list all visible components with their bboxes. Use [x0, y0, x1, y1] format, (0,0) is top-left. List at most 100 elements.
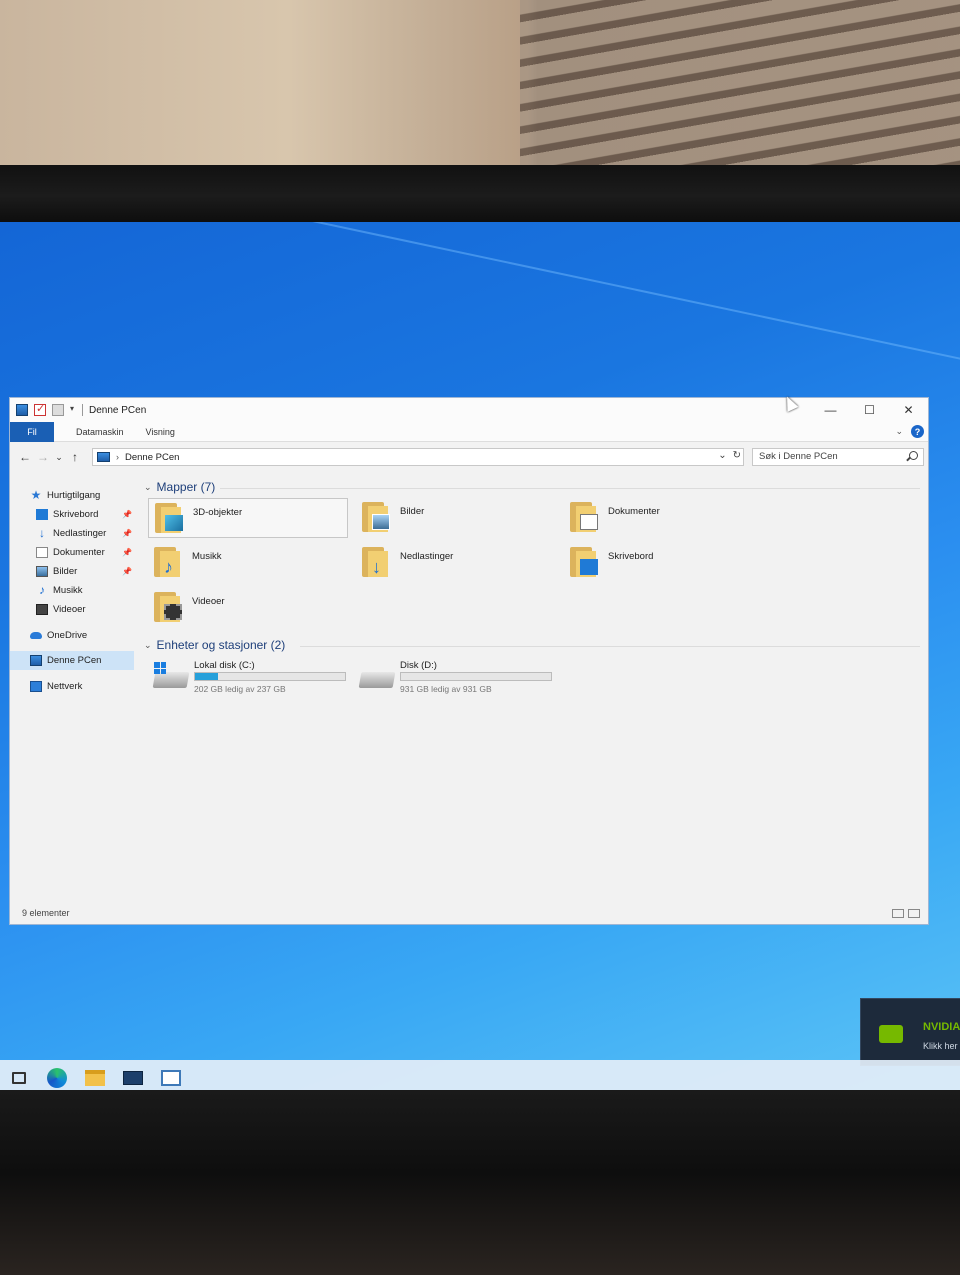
folder-icon — [85, 1070, 105, 1086]
background-blinds — [520, 0, 960, 175]
document-icon — [580, 514, 598, 530]
notification-subtitle: Klikk her f — [923, 1041, 960, 1051]
status-item-count: 9 elementer — [22, 908, 70, 918]
new-folder-icon[interactable] — [52, 404, 64, 416]
folder-label: Videoer — [192, 596, 225, 607]
drive-free-space: 931 GB ledig av 931 GB — [400, 684, 492, 694]
folder-label: Bilder — [400, 506, 425, 517]
monitor-bezel-bottom — [0, 1090, 960, 1275]
navigation-bar: ← → ⌄ ↑ › Denne PCen ⌄ ↻ Søk i Denne PCe… — [10, 444, 928, 470]
folder-skrivebord[interactable]: Skrivebord — [564, 543, 764, 583]
this-pc-icon — [30, 655, 42, 666]
music-icon: ♪ — [164, 557, 173, 577]
nvidia-logo-icon — [879, 1025, 903, 1043]
large-icons-view-icon[interactable] — [908, 909, 920, 918]
folder-icon — [570, 545, 600, 579]
cloud-icon — [30, 632, 42, 639]
breadcrumb-chevron-icon[interactable]: › — [116, 452, 119, 462]
pictures-icon — [372, 514, 390, 530]
folder-label: 3D-objekter — [193, 507, 243, 518]
details-view-icon[interactable] — [892, 909, 904, 918]
expand-ribbon-icon[interactable]: ⌄ — [895, 426, 903, 437]
sidebar-item-nedlastinger[interactable]: ↓ Nedlastinger 📌 — [10, 524, 134, 543]
folder-label: Nedlastinger — [400, 551, 454, 562]
pin-icon: 📌 — [122, 510, 132, 519]
drive-free-space: 202 GB ledig av 237 GB — [194, 684, 286, 694]
folder-bilder[interactable]: Bilder — [356, 498, 556, 538]
minimize-button[interactable]: — — [811, 398, 850, 422]
edge-icon — [47, 1068, 67, 1088]
up-button[interactable]: ↑ — [66, 450, 84, 464]
folder-label: Dokumenter — [608, 506, 660, 517]
sidebar-item-musikk[interactable]: ♪ Musikk — [10, 581, 134, 600]
refresh-icon[interactable]: ↻ — [733, 450, 741, 461]
help-icon[interactable]: ? — [911, 425, 924, 438]
network-icon — [30, 681, 42, 692]
content-pane: ⌄ Mapper (7) 3D-objekter Bilder Dokument… — [140, 476, 926, 896]
group-divider — [300, 646, 920, 647]
drive-label: Lokal disk (C:) — [194, 660, 255, 671]
recent-locations-button[interactable]: ⌄ — [52, 452, 66, 463]
folder-icon — [155, 501, 185, 535]
address-bar[interactable]: › Denne PCen ⌄ ↻ — [92, 448, 744, 466]
sidebar-item-bilder[interactable]: Bilder 📌 — [10, 562, 134, 581]
navigation-pane: ★ Hurtigtilgang Skrivebord 📌 ↓ Nedlastin… — [10, 478, 138, 898]
this-pc-icon — [97, 452, 110, 462]
forward-button[interactable]: → — [34, 450, 52, 464]
sidebar-item-this-pc[interactable]: Denne PCen — [10, 651, 134, 670]
sidebar-item-label: Skrivebord — [53, 509, 99, 520]
sidebar-item-label: Nedlastinger — [53, 528, 107, 539]
sidebar-item-label: Bilder — [53, 566, 78, 577]
customize-toolbar-icon[interactable]: ▾ — [70, 404, 78, 416]
document-icon — [36, 547, 48, 558]
nvidia-notification[interactable]: NVIDIA Klikk her f — [860, 998, 960, 1066]
sidebar-item-label: Musikk — [53, 585, 83, 596]
sidebar-item-videoer[interactable]: Videoer — [10, 600, 134, 619]
sidebar-item-label: Dokumenter — [53, 547, 105, 558]
folder-videoer[interactable]: Videoer — [148, 588, 348, 628]
tab-datamaskin[interactable]: Datamaskin — [76, 427, 124, 437]
folder-nedlastinger[interactable]: ↓ Nedlastinger — [356, 543, 556, 583]
drive-usage-bar — [400, 672, 552, 681]
sidebar-item-dokumenter[interactable]: Dokumenter 📌 — [10, 543, 134, 562]
drive-usage-fill — [195, 673, 218, 680]
group-header-folders[interactable]: ⌄ Mapper (7) — [144, 480, 215, 494]
ribbon-right-controls: ⌄ ? — [895, 425, 924, 438]
task-view-icon — [12, 1072, 26, 1084]
folder-dokumenter[interactable]: Dokumenter — [564, 498, 764, 538]
group-header-drives[interactable]: ⌄ Enheter og stasjoner (2) — [144, 638, 285, 652]
properties-icon[interactable] — [34, 402, 46, 416]
search-icon[interactable] — [909, 451, 918, 460]
folder-3d-objekter[interactable]: 3D-objekter — [148, 498, 348, 538]
address-dropdown-icon[interactable]: ⌄ — [718, 450, 726, 461]
close-button[interactable]: ✕ — [889, 398, 928, 422]
folder-musikk[interactable]: ♪ Musikk — [148, 543, 348, 583]
address-bar-controls: ⌄ ↻ — [718, 450, 741, 461]
folder-icon: ↓ — [362, 545, 392, 579]
breadcrumb-this-pc[interactable]: Denne PCen — [125, 452, 179, 463]
app-window-icon — [161, 1070, 181, 1086]
sidebar-item-quick-access[interactable]: ★ Hurtigtilgang — [10, 486, 134, 505]
tab-visning[interactable]: Visning — [146, 427, 175, 437]
download-icon: ↓ — [372, 557, 381, 577]
group-divider — [220, 488, 920, 489]
sidebar-item-skrivebord[interactable]: Skrivebord 📌 — [10, 505, 134, 524]
sidebar-item-onedrive[interactable]: OneDrive — [10, 626, 134, 645]
folder-icon — [362, 500, 392, 534]
video-icon — [36, 604, 48, 615]
drive-label: Disk (D:) — [400, 660, 437, 671]
maximize-button[interactable]: ☐ — [850, 398, 889, 422]
video-icon — [164, 604, 182, 620]
drive-usage-bar — [194, 672, 346, 681]
back-button[interactable]: ← — [16, 450, 34, 464]
search-input[interactable]: Søk i Denne PCen — [752, 448, 924, 466]
pin-icon: 📌 — [122, 548, 132, 557]
this-pc-icon — [16, 404, 28, 416]
tab-fil[interactable]: Fil — [10, 421, 54, 442]
drive-d[interactable]: Disk (D:) 931 GB ledig av 931 GB — [356, 660, 556, 700]
sidebar-item-network[interactable]: Nettverk — [10, 677, 134, 696]
desktop: ▾ Denne PCen — ☐ ✕ Fil Datamaskin Visnin… — [0, 222, 960, 1097]
drive-c[interactable]: Lokal disk (C:) 202 GB ledig av 237 GB — [150, 660, 350, 700]
folder-icon: ♪ — [154, 545, 184, 579]
star-icon: ★ — [30, 488, 42, 502]
